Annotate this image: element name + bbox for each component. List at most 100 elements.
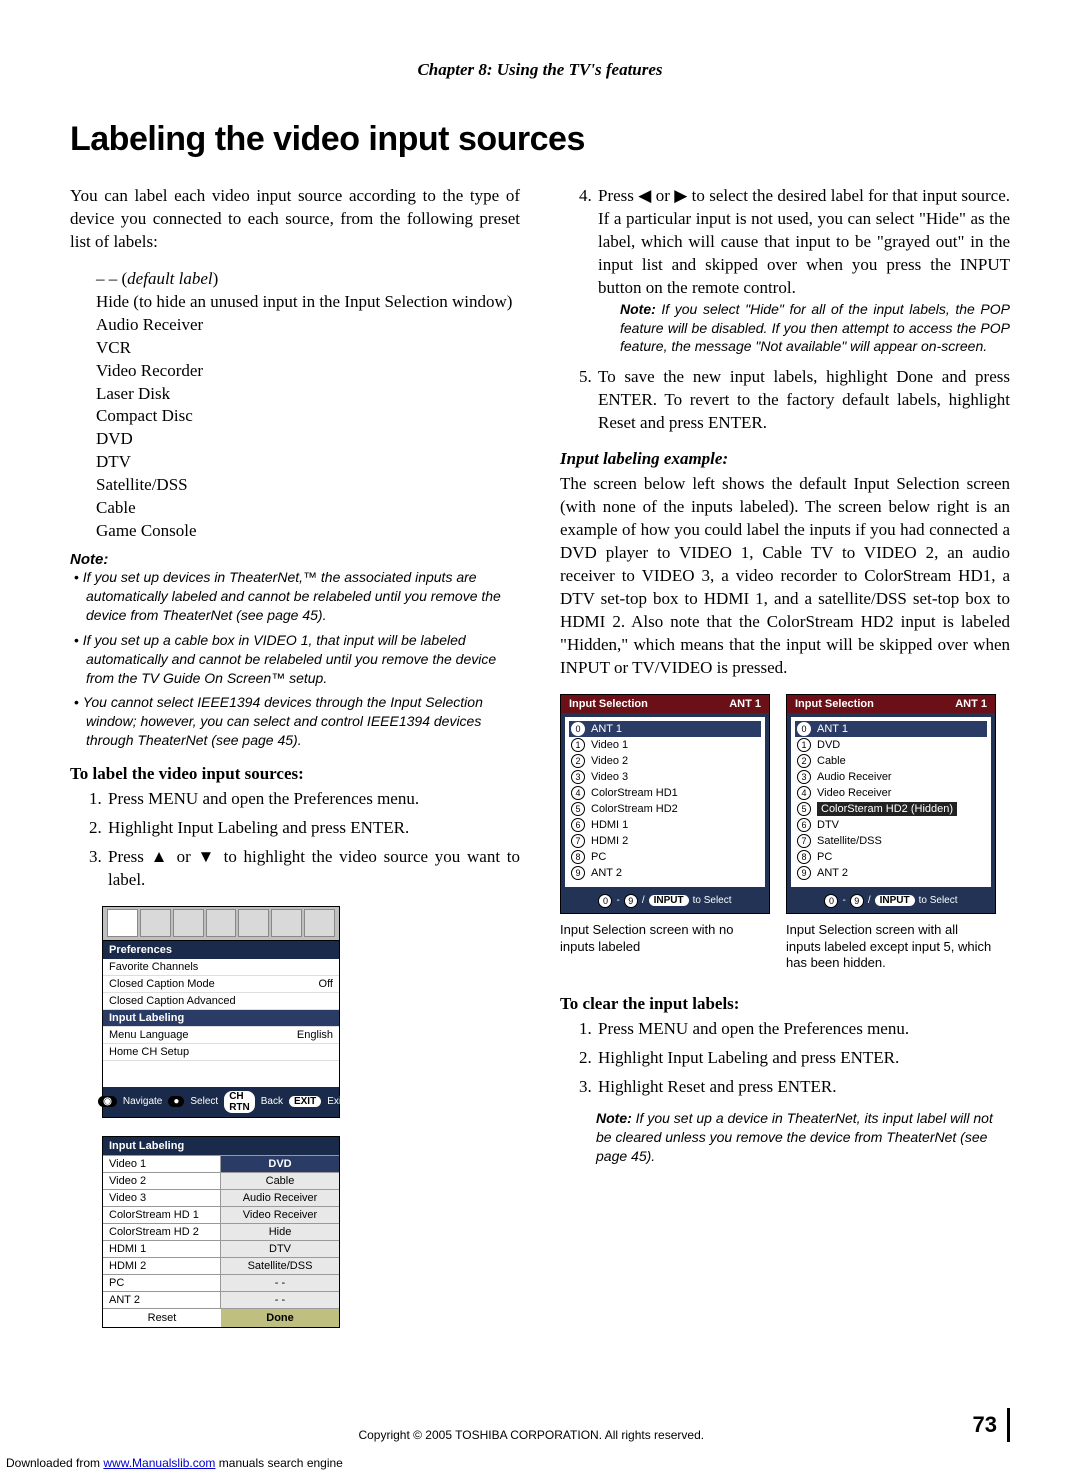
preferences-label: Preferences bbox=[103, 941, 339, 959]
menu-row-value: English bbox=[297, 1029, 333, 1041]
reset-button: Reset bbox=[103, 1309, 221, 1327]
item-label: DTV bbox=[817, 819, 839, 831]
table-source: ColorStream HD 2 bbox=[103, 1224, 221, 1240]
label-item: Game Console bbox=[96, 520, 520, 543]
item-label: Audio Receiver bbox=[817, 771, 892, 783]
note-item: If you set up a cable box in VIDEO 1, th… bbox=[86, 631, 520, 688]
download-prefix: Downloaded from bbox=[6, 1456, 103, 1470]
menu-row: Home CH Setup bbox=[103, 1044, 339, 1061]
menu-tab-icon bbox=[238, 909, 269, 937]
note-body: If you set up a device in TheaterNet, it… bbox=[596, 1110, 993, 1164]
nav-icon: ◉ bbox=[98, 1096, 117, 1107]
list-item: 7Satellite/DSS bbox=[795, 833, 987, 849]
to-clear-heading: To clear the input labels: bbox=[560, 994, 1010, 1014]
label-item: Video Recorder bbox=[96, 360, 520, 383]
preset-label-list: – – (default label) Hide (to hide an unu… bbox=[96, 268, 520, 543]
item-label: ANT 2 bbox=[591, 867, 622, 879]
table-row: ColorStream HD 2Hide bbox=[103, 1223, 339, 1240]
item-label: ANT 1 bbox=[591, 723, 622, 735]
screen-title: Input Selection bbox=[569, 698, 648, 710]
label-item: Hide (to hide an unused input in the Inp… bbox=[96, 291, 520, 314]
table-row: Video 2Cable bbox=[103, 1172, 339, 1189]
footer-tail: to Select bbox=[919, 895, 958, 906]
page-number: 73 bbox=[953, 1408, 1010, 1442]
done-button: Done bbox=[221, 1309, 339, 1327]
screen-footer: 0 - 9 / INPUT to Select bbox=[787, 891, 995, 913]
table-source: Video 2 bbox=[103, 1173, 221, 1189]
chapter-header: Chapter 8: Using the TV's features bbox=[70, 60, 1010, 80]
note-label: Note: bbox=[620, 301, 656, 317]
right-steps: Press ◀ or ▶ to select the desired label… bbox=[560, 185, 1010, 435]
menu-row: Closed Caption ModeOff bbox=[103, 976, 339, 993]
default-label-close-paren: ) bbox=[213, 269, 219, 288]
menu-row: Favorite Channels bbox=[103, 959, 339, 976]
note-item: You cannot select IEEE1394 devices throu… bbox=[86, 693, 520, 750]
table-label: Audio Receiver bbox=[221, 1190, 339, 1206]
menu-tab-icon bbox=[304, 909, 335, 937]
menu-row-label: Favorite Channels bbox=[109, 961, 198, 973]
menu-tab-icon bbox=[271, 909, 302, 937]
footer-key: INPUT bbox=[649, 895, 689, 906]
manualslib-link[interactable]: www.Manualslib.com bbox=[103, 1456, 215, 1470]
item-label: ANT 1 bbox=[817, 723, 848, 735]
label-item: Cable bbox=[96, 497, 520, 520]
list-item-hidden: 5ColorSteram HD2 (Hidden) bbox=[795, 801, 987, 817]
item-label: ANT 2 bbox=[817, 867, 848, 879]
table-label: - - bbox=[221, 1292, 339, 1308]
table-label: Hide bbox=[221, 1224, 339, 1240]
example-heading: Input labeling example: bbox=[560, 449, 1010, 469]
list-item: 5ColorStream HD2 bbox=[569, 801, 761, 817]
item-label: Video 3 bbox=[591, 771, 628, 783]
menu-row-highlighted: Input Labeling bbox=[103, 1010, 339, 1027]
page-footer: Copyright © 2005 TOSHIBA CORPORATION. Al… bbox=[70, 1408, 1010, 1442]
table-label: Cable bbox=[221, 1173, 339, 1189]
screen-ant-badge: ANT 1 bbox=[729, 698, 761, 710]
step-item: Highlight Input Labeling and press ENTER… bbox=[106, 817, 520, 840]
table-source: HDMI 1 bbox=[103, 1241, 221, 1257]
label-item: Laser Disk bbox=[96, 383, 520, 406]
list-item: 9ANT 2 bbox=[569, 865, 761, 881]
step-item: Highlight Reset and press ENTER. bbox=[596, 1076, 1010, 1099]
note-heading: Note: bbox=[70, 551, 520, 568]
table-source: HDMI 2 bbox=[103, 1258, 221, 1274]
table-label: Video Receiver bbox=[221, 1207, 339, 1223]
input-selection-screen-labeled: Input SelectionANT 1 0ANT 1 1DVD 2Cable … bbox=[786, 694, 996, 914]
exit-key: EXIT bbox=[289, 1096, 321, 1107]
list-item: 6DTV bbox=[795, 817, 987, 833]
item-label: PC bbox=[591, 851, 606, 863]
table-label: - - bbox=[221, 1275, 339, 1291]
intro-paragraph: You can label each video input source ac… bbox=[70, 185, 520, 254]
list-item: 4Video Receiver bbox=[795, 785, 987, 801]
footer-navigate: Navigate bbox=[123, 1096, 162, 1107]
label-steps: Press MENU and open the Preferences menu… bbox=[70, 788, 520, 892]
example-paragraph: The screen below left shows the default … bbox=[560, 473, 1010, 679]
footer-select: Select bbox=[190, 1096, 218, 1107]
table-source: ANT 2 bbox=[103, 1292, 221, 1308]
table-source: Video 3 bbox=[103, 1190, 221, 1206]
menu-row-value: Off bbox=[319, 978, 333, 990]
note-label: Note: bbox=[596, 1110, 632, 1126]
item-label: ColorStream HD1 bbox=[591, 787, 678, 799]
back-key: CH RTN bbox=[224, 1091, 255, 1113]
step4-text: Press ◀ or ▶ to select the desired label… bbox=[598, 186, 1010, 297]
table-row: ANT 2- - bbox=[103, 1291, 339, 1308]
table-row: ColorStream HD 1Video Receiver bbox=[103, 1206, 339, 1223]
screen-title: Input Selection bbox=[795, 698, 874, 710]
menu-row: Closed Caption Advanced bbox=[103, 993, 339, 1010]
table-row: HDMI 2Satellite/DSS bbox=[103, 1257, 339, 1274]
step-item: Highlight Input Labeling and press ENTER… bbox=[596, 1047, 1010, 1070]
list-item: 0ANT 1 bbox=[569, 721, 761, 737]
item-label: ColorStream HD2 bbox=[591, 803, 678, 815]
menu-tab-icon bbox=[206, 909, 237, 937]
screen-ant-badge: ANT 1 bbox=[955, 698, 987, 710]
table-footer-row: Reset Done bbox=[103, 1308, 339, 1327]
step-item: To save the new input labels, highlight … bbox=[596, 366, 1010, 435]
default-label-text: default label bbox=[127, 269, 212, 288]
step4-note: Note: If you select "Hide" for all of th… bbox=[620, 300, 1010, 357]
note-body: If you select "Hide" for all of the inpu… bbox=[620, 301, 1010, 355]
menu-row-label: Input Labeling bbox=[109, 1012, 184, 1024]
table-source: Video 1 bbox=[103, 1156, 221, 1172]
menu-row: Menu LanguageEnglish bbox=[103, 1027, 339, 1044]
item-label: Video 2 bbox=[591, 755, 628, 767]
table-label: DVD bbox=[221, 1156, 339, 1172]
